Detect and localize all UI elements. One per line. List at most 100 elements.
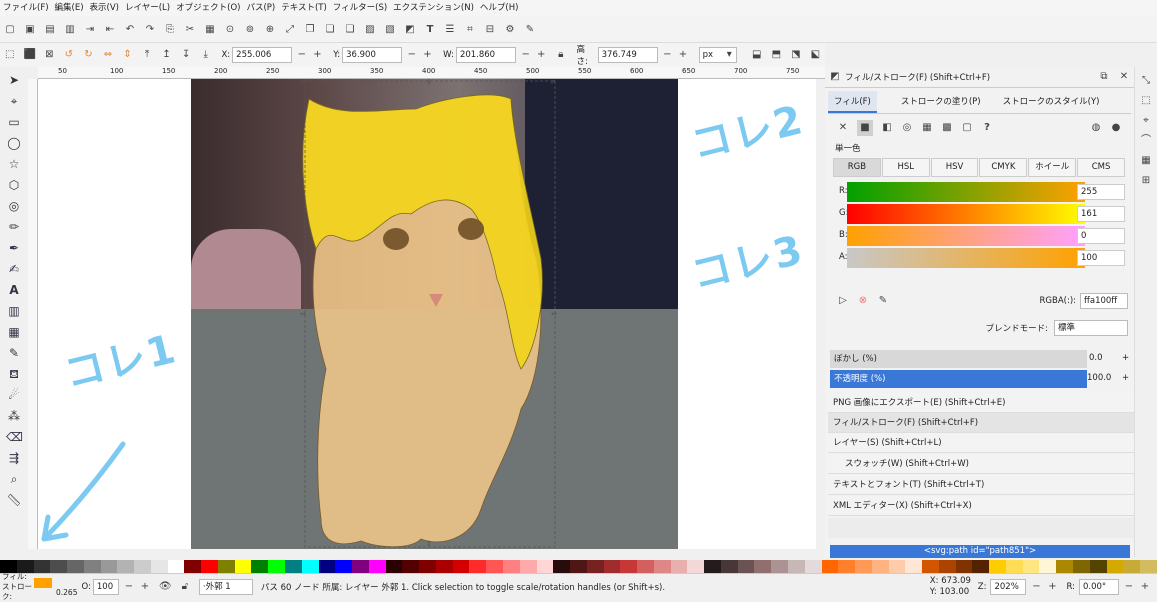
tab-stroke-style[interactable]: ストロークのスタイル(Y) bbox=[997, 91, 1106, 113]
layers-icon[interactable]: ☰ bbox=[444, 24, 456, 36]
menu-edit[interactable]: 編集(E) bbox=[52, 0, 87, 17]
palette-swatch[interactable] bbox=[1106, 560, 1124, 573]
selector-tool-icon[interactable]: ➤ bbox=[6, 72, 22, 88]
rotation-increment-icon[interactable]: + bbox=[1139, 581, 1151, 593]
gradient-tool-icon[interactable]: ▥ bbox=[6, 303, 22, 319]
layer-visibility-icon[interactable]: 👁︎ bbox=[159, 581, 172, 593]
mode-cms[interactable]: CMS bbox=[1077, 158, 1125, 177]
opacity-value[interactable]: 100.0 bbox=[1087, 373, 1111, 383]
unlink-clone-icon[interactable]: ❑ bbox=[344, 24, 356, 36]
palette-swatch[interactable] bbox=[502, 560, 520, 573]
pencil-tool-icon[interactable]: ✏ bbox=[6, 219, 22, 235]
spiral-tool-icon[interactable]: ◎ bbox=[6, 198, 22, 214]
channel-r-value[interactable]: 255 bbox=[1077, 184, 1125, 200]
mode-hsv[interactable]: HSV bbox=[930, 158, 979, 177]
x-decrement-icon[interactable]: − bbox=[296, 49, 308, 61]
cat-illustration[interactable] bbox=[191, 79, 678, 549]
mode-cmyk[interactable]: CMYK bbox=[979, 158, 1028, 177]
palette-swatch[interactable] bbox=[184, 560, 202, 573]
palette-swatch[interactable] bbox=[905, 560, 923, 573]
blur-slider[interactable]: ぼかし (%) bbox=[830, 350, 1087, 368]
selection-handle[interactable]: ⇕ bbox=[426, 541, 433, 548]
scale-stroke-icon[interactable]: ⬓ bbox=[751, 49, 763, 61]
palette-swatch[interactable] bbox=[167, 560, 185, 573]
snap-guide-icon[interactable]: ⊞ bbox=[1140, 175, 1152, 187]
palette-swatch[interactable] bbox=[603, 560, 621, 573]
layer-lock-icon[interactable]: 🔓︎ bbox=[179, 581, 191, 593]
paint-bucket-tool-icon[interactable]: ⛾ bbox=[6, 366, 22, 382]
palette-swatch[interactable] bbox=[855, 560, 872, 573]
fill-swatch[interactable] bbox=[34, 578, 52, 588]
palette-swatch[interactable] bbox=[201, 560, 218, 573]
pen-tool-icon[interactable]: ✒ bbox=[6, 240, 22, 256]
deselect-icon[interactable]: ⊠ bbox=[44, 49, 56, 61]
palette-swatch[interactable] bbox=[67, 560, 84, 573]
mesh-tool-icon[interactable]: ▦ bbox=[6, 324, 22, 340]
dock-fill-stroke[interactable]: フィル/ストローク(F) (Shift+Ctrl+F) bbox=[828, 413, 1134, 433]
flip-horizontal-icon[interactable]: ⇔ bbox=[102, 49, 114, 61]
palette-swatch[interactable] bbox=[1005, 560, 1023, 573]
cut-icon[interactable]: ✂ bbox=[184, 24, 196, 36]
slider-a[interactable] bbox=[847, 248, 1085, 268]
mode-wheel[interactable]: ホイール bbox=[1028, 158, 1077, 177]
menu-object[interactable]: オブジェクト(O) bbox=[173, 0, 243, 17]
rgba-input[interactable]: ffa100ff bbox=[1080, 293, 1128, 309]
palette-swatch[interactable] bbox=[938, 560, 956, 573]
selection-handle[interactable]: ⇔ bbox=[551, 311, 558, 318]
palette-swatch[interactable] bbox=[955, 560, 973, 573]
menu-view[interactable]: 表示(V) bbox=[87, 0, 122, 17]
palette-swatch[interactable] bbox=[888, 560, 906, 573]
palette-swatch[interactable] bbox=[838, 560, 856, 573]
connector-tool-icon[interactable]: ⇶ bbox=[6, 450, 22, 466]
palette-swatch[interactable] bbox=[620, 560, 638, 573]
channel-a-value[interactable]: 100 bbox=[1077, 250, 1125, 266]
menu-extensions[interactable]: エクステンション(N) bbox=[390, 0, 477, 17]
print-icon[interactable]: ▥ bbox=[64, 24, 76, 36]
palette-swatch[interactable] bbox=[1089, 560, 1107, 573]
mesh-gradient-icon[interactable]: ▦ bbox=[921, 122, 933, 134]
palette-swatch[interactable] bbox=[335, 560, 353, 573]
blur-increment-icon[interactable]: + bbox=[1122, 353, 1129, 363]
palette-swatch[interactable] bbox=[217, 560, 235, 573]
3d-box-tool-icon[interactable]: ⬡ bbox=[6, 177, 22, 193]
pattern-icon[interactable]: ▩ bbox=[941, 122, 953, 134]
palette-swatch[interactable] bbox=[385, 560, 403, 573]
raise-to-top-icon[interactable]: ⤒ bbox=[141, 49, 153, 61]
palette-swatch[interactable] bbox=[586, 560, 604, 573]
mode-hsl[interactable]: HSL bbox=[881, 158, 930, 177]
duplicate-icon[interactable]: ❐ bbox=[304, 24, 316, 36]
rotate-cw-icon[interactable]: ↻ bbox=[83, 49, 95, 61]
zoom-width-icon[interactable]: ⤢ bbox=[284, 24, 296, 36]
opacity-spin[interactable]: 100 bbox=[92, 579, 119, 595]
paste-icon[interactable]: ▦ bbox=[204, 24, 216, 36]
lower-to-bottom-icon[interactable]: ⤓ bbox=[200, 49, 212, 61]
no-paint-icon[interactable]: ✕ bbox=[837, 122, 849, 134]
x-increment-icon[interactable]: + bbox=[312, 49, 324, 61]
palette-swatch[interactable] bbox=[720, 560, 738, 573]
snap-grid-icon[interactable]: ▦ bbox=[1140, 155, 1152, 167]
palette-swatch[interactable] bbox=[536, 560, 554, 573]
slider-r[interactable] bbox=[847, 182, 1085, 202]
channel-b-value[interactable]: 0 bbox=[1077, 228, 1125, 244]
stroke-width[interactable]: 0.265 bbox=[56, 588, 77, 597]
zoom-decrement-icon[interactable]: − bbox=[1030, 581, 1042, 593]
dock-xml-editor[interactable]: XML エディター(X) (Shift+Ctrl+X) bbox=[828, 496, 1134, 516]
calligraphy-tool-icon[interactable]: ✍ bbox=[6, 261, 22, 277]
dock-swatches[interactable]: スウォッチ(W) (Shift+Ctrl+W) bbox=[828, 454, 1134, 474]
linear-gradient-icon[interactable]: ◧ bbox=[881, 122, 893, 134]
palette-swatch[interactable] bbox=[419, 560, 436, 573]
opacity-slider[interactable]: 不透明度 (%) bbox=[830, 370, 1087, 388]
w-increment-icon[interactable]: + bbox=[535, 49, 547, 61]
snap-bbox-icon[interactable]: ⬚ bbox=[1140, 95, 1152, 107]
palette-swatch[interactable] bbox=[821, 560, 839, 573]
unset-paint-icon[interactable]: ? bbox=[981, 122, 993, 134]
flip-vertical-icon[interactable]: ⇕ bbox=[122, 49, 134, 61]
palette-swatch[interactable] bbox=[318, 560, 336, 573]
menu-path[interactable]: パス(P) bbox=[243, 0, 278, 17]
fill-stroke-icon[interactable]: ◩ bbox=[404, 24, 416, 36]
palette-swatch[interactable] bbox=[737, 560, 755, 573]
save-icon[interactable]: ▤ bbox=[44, 24, 56, 36]
tweak-tool-icon[interactable]: ☄ bbox=[6, 387, 22, 403]
align-icon[interactable]: ⊟ bbox=[484, 24, 496, 36]
lock-ratio-icon[interactable]: 🔒︎ bbox=[555, 49, 567, 61]
